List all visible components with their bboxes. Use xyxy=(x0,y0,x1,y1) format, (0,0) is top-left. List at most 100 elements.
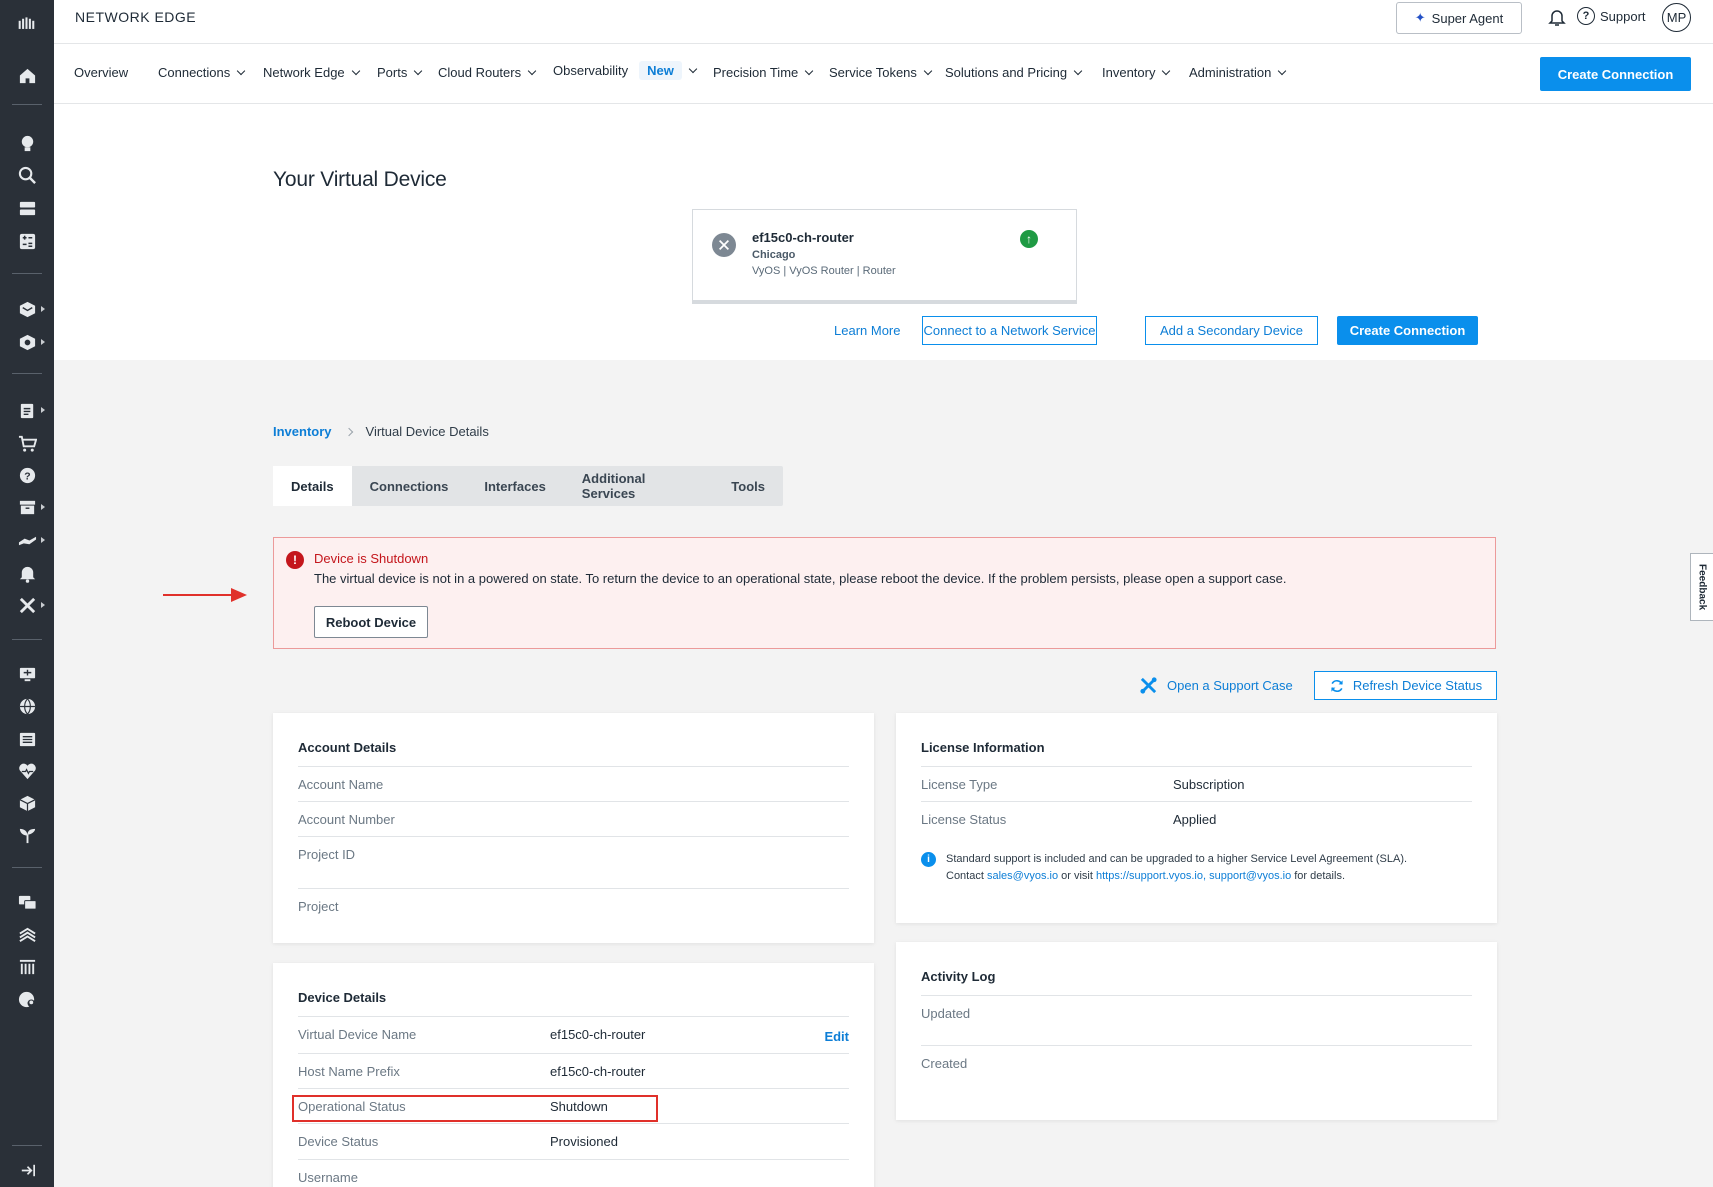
notifications-bell-icon[interactable] xyxy=(1547,7,1567,27)
network-icon[interactable] xyxy=(16,331,38,353)
nav-service-tokens-label: Service Tokens xyxy=(829,65,917,80)
columns-icon[interactable] xyxy=(16,956,38,978)
sprout-icon[interactable] xyxy=(16,824,38,846)
tab-additional-services[interactable]: Additional Services xyxy=(564,466,714,506)
chevron-down-icon xyxy=(805,66,814,75)
reboot-device-button[interactable]: Reboot Device xyxy=(314,606,428,638)
chevron-down-icon xyxy=(1162,66,1171,75)
feedback-tab[interactable]: Feedback xyxy=(1690,553,1713,621)
annotation-arrow xyxy=(163,588,247,602)
nav-connections[interactable]: Connections xyxy=(158,65,246,80)
nav-connections-label: Connections xyxy=(158,65,231,80)
error-icon: ! xyxy=(286,551,304,569)
tab-interfaces[interactable]: Interfaces xyxy=(466,466,563,506)
device-meta: VyOS | VyOS Router | Router xyxy=(752,265,896,277)
super-agent-button[interactable]: ✦ Super Agent xyxy=(1396,2,1522,34)
created-label: Created xyxy=(921,1056,968,1071)
sales-email-link[interactable]: sales@vyos.io xyxy=(987,870,1058,882)
world-user-icon[interactable] xyxy=(16,988,38,1010)
nav-service-tokens[interactable]: Service Tokens xyxy=(829,65,933,80)
account-name-label: Account Name xyxy=(298,777,384,792)
refresh-icon xyxy=(1331,679,1343,692)
license-information-card: License Information License Type Subscri… xyxy=(896,713,1497,923)
layers-icon[interactable] xyxy=(16,298,38,320)
help-icon[interactable]: ? xyxy=(16,464,38,486)
collapse-icon[interactable] xyxy=(16,1159,38,1181)
cube-icon[interactable] xyxy=(16,792,38,814)
calculator-icon[interactable] xyxy=(16,230,38,252)
nav-precision-time[interactable]: Precision Time xyxy=(713,65,814,80)
learn-more-link[interactable]: Learn More xyxy=(834,323,900,338)
search-icon[interactable] xyxy=(16,164,38,186)
account-number-label: Account Number xyxy=(298,812,395,827)
chat-icon[interactable] xyxy=(16,891,38,913)
storage-icon[interactable] xyxy=(16,197,38,219)
tools-icon[interactable] xyxy=(16,594,38,616)
home-icon[interactable] xyxy=(16,64,38,86)
support-link[interactable]: ? Support xyxy=(1577,7,1646,25)
device-status-value: Provisioned xyxy=(550,1134,618,1149)
refresh-device-status-button[interactable]: Refresh Device Status xyxy=(1314,671,1497,700)
license-row: License Status Applied xyxy=(921,801,1472,836)
handshake-icon[interactable] xyxy=(16,529,38,551)
top-bar: NETWORK EDGE ✦ Super Agent ? Support MP xyxy=(54,0,1713,44)
nav-inventory[interactable]: Inventory xyxy=(1102,65,1171,80)
updated-label: Updated xyxy=(921,1006,971,1021)
device-row: Virtual Device Name ef15c0-ch-router Edi… xyxy=(298,1016,849,1053)
chevron-down-icon xyxy=(414,66,423,75)
tab-details[interactable]: Details xyxy=(273,466,352,506)
nav-cloud-routers-label: Cloud Routers xyxy=(438,65,522,80)
device-card[interactable]: ef15c0-ch-router Chicago VyOS | VyOS Rou… xyxy=(692,209,1077,304)
activity-log-card: Activity Log Updated Created xyxy=(896,942,1497,1120)
nav-network-edge[interactable]: Network Edge xyxy=(263,65,360,80)
main-nav: Overview Connections Network Edge Ports … xyxy=(54,44,1713,104)
license-status-label: License Status xyxy=(921,812,1007,827)
add-secondary-device-button[interactable]: Add a Secondary Device xyxy=(1145,316,1318,345)
nav-solutions-pricing[interactable]: Solutions and Pricing xyxy=(945,65,1083,80)
nav-ports[interactable]: Ports xyxy=(377,65,423,80)
device-row: Host Name Prefix ef15c0-ch-router xyxy=(298,1053,849,1088)
license-row: License Type Subscription xyxy=(921,766,1472,801)
lightbulb-icon[interactable] xyxy=(16,132,38,154)
create-connection-button[interactable]: Create Connection xyxy=(1540,57,1691,91)
license-type-label: License Type xyxy=(921,777,998,792)
nav-observability[interactable]: Observability New xyxy=(553,61,698,80)
tab-tools[interactable]: Tools xyxy=(713,466,783,506)
shutdown-alert: ! Device is Shutdown The virtual device … xyxy=(273,537,1496,649)
help-circle-icon: ? xyxy=(1577,7,1595,25)
vyos-support-link[interactable]: https://support.vyos.io, support@vyos.io xyxy=(1096,870,1291,882)
device-name-label: Virtual Device Name xyxy=(298,1027,417,1042)
router-icon xyxy=(712,233,736,257)
catalog-icon[interactable] xyxy=(16,728,38,750)
monitor-icon[interactable] xyxy=(16,663,38,685)
nav-overview[interactable]: Overview xyxy=(74,65,128,80)
archive-icon[interactable] xyxy=(16,496,38,518)
connect-network-service-button[interactable]: Connect to a Network Service xyxy=(922,316,1097,345)
bell-icon[interactable] xyxy=(16,562,38,584)
open-support-case-link[interactable]: Open a Support Case xyxy=(1139,676,1293,695)
device-location: Chicago xyxy=(752,249,796,261)
chevron-down-icon xyxy=(351,66,360,75)
nav-observability-label: Observability xyxy=(553,63,629,78)
nav-administration[interactable]: Administration xyxy=(1189,65,1287,80)
stack-icon[interactable] xyxy=(16,924,38,946)
edit-device-name-link[interactable]: Edit xyxy=(824,1029,849,1044)
info-or: or visit xyxy=(1061,870,1093,882)
breadcrumb-inventory-link[interactable]: Inventory xyxy=(273,424,332,439)
device-details-card: Device Details Virtual Device Name ef15c… xyxy=(273,963,874,1187)
globe-icon[interactable] xyxy=(16,695,38,717)
user-avatar[interactable]: MP xyxy=(1662,3,1691,32)
cart-icon[interactable] xyxy=(16,432,38,454)
nav-cloud-routers[interactable]: Cloud Routers xyxy=(438,65,537,80)
refresh-label: Refresh Device Status xyxy=(1352,678,1483,693)
info-end: for details. xyxy=(1294,870,1345,882)
breadcrumb: Inventory Virtual Device Details xyxy=(273,424,489,439)
annotation-highlight-box xyxy=(292,1095,658,1122)
create-connection-hero-button[interactable]: Create Connection xyxy=(1337,316,1478,345)
reports-icon[interactable] xyxy=(16,399,38,421)
account-row: Account Number xyxy=(298,801,849,836)
nav-inventory-label: Inventory xyxy=(1102,65,1156,80)
tab-connections[interactable]: Connections xyxy=(352,466,467,506)
health-icon[interactable] xyxy=(16,760,38,782)
logo-icon[interactable] xyxy=(13,12,41,34)
